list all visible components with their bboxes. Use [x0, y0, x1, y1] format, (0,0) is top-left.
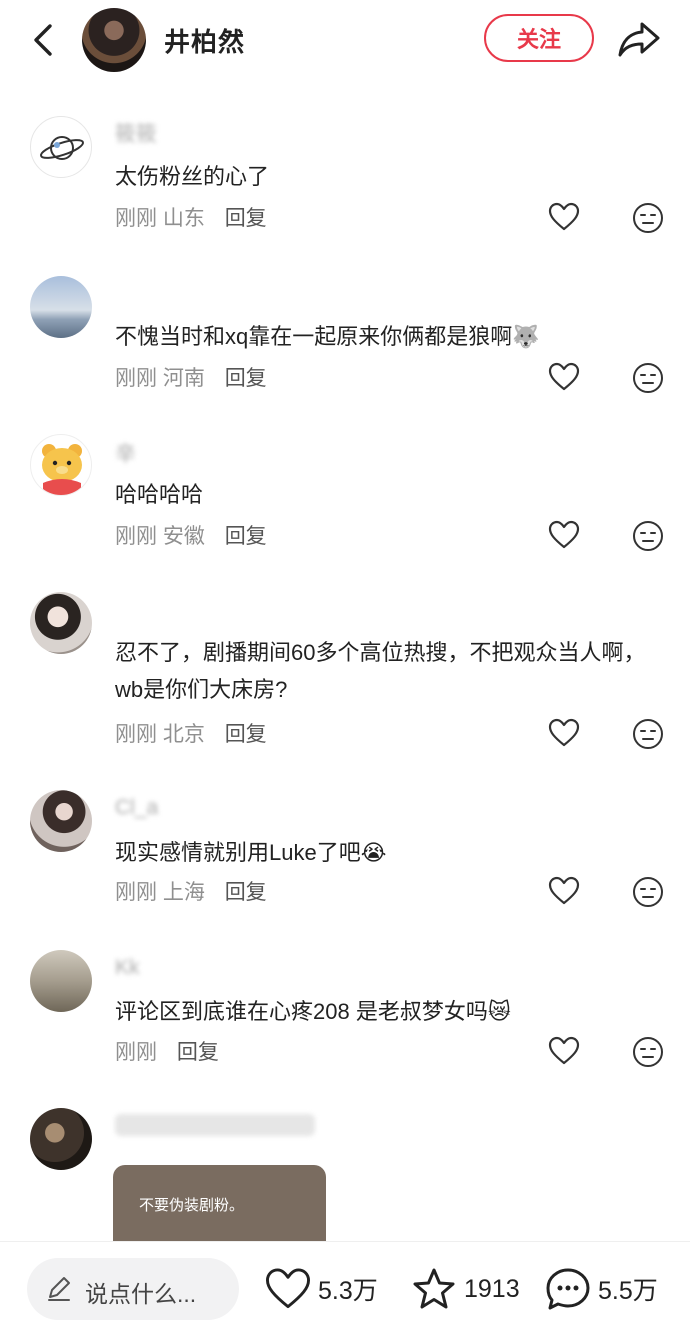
- heart-icon[interactable]: [548, 362, 580, 392]
- heart-icon[interactable]: [548, 718, 580, 748]
- top-bar: 井柏然 关注: [0, 0, 690, 80]
- comment-meta: 刚刚 河南 回复: [115, 362, 267, 392]
- follow-button[interactable]: 关注: [484, 14, 594, 62]
- reply-button[interactable]: 回复: [177, 1041, 219, 1064]
- comment-count: 5.5万: [598, 1277, 658, 1305]
- comment-time: 刚刚: [115, 1041, 157, 1064]
- share-arrow-icon: [618, 22, 660, 57]
- favorite-count: 1913: [464, 1274, 520, 1303]
- comment-text: 忍不了，剧播期间60多个高位热搜，不把观众当人啊，wb是你们大床房?: [115, 640, 646, 702]
- comment-time: 刚刚: [115, 525, 157, 548]
- like-count: 5.3万: [318, 1277, 378, 1305]
- comment-text: 哈哈哈哈: [115, 482, 204, 507]
- user-avatar[interactable]: [30, 1108, 92, 1170]
- comment-input-placeholder: 说点什么...: [85, 1281, 197, 1307]
- chevron-left-icon: [34, 24, 52, 56]
- star-icon: [413, 1268, 455, 1309]
- user-avatar[interactable]: [30, 950, 92, 1012]
- author-avatar[interactable]: [82, 8, 146, 72]
- reply-button[interactable]: 回复: [225, 723, 267, 746]
- heart-icon[interactable]: [548, 520, 580, 550]
- watermark: [536, 1315, 676, 1333]
- planet-icon: [39, 136, 85, 160]
- heart-icon[interactable]: [548, 202, 580, 232]
- user-avatar[interactable]: [30, 790, 92, 852]
- dislike-face-icon[interactable]: [632, 202, 664, 234]
- comment-button[interactable]: 5.5万: [544, 1264, 658, 1314]
- comment-input[interactable]: 说点什么...: [27, 1258, 239, 1320]
- comment-meta: 刚刚 上海 回复: [115, 876, 267, 906]
- comment-location: 河南: [162, 367, 205, 390]
- favorite-button[interactable]: 1913: [410, 1264, 520, 1314]
- user-name[interactable]: 辛: [115, 438, 136, 468]
- dislike-face-icon[interactable]: [632, 520, 664, 552]
- comment-meta: 刚刚 北京 回复: [115, 718, 267, 748]
- comment-bubble-icon: [546, 1268, 590, 1310]
- comment-time: 刚刚: [115, 207, 157, 230]
- share-button[interactable]: [616, 18, 662, 60]
- comment-text: 现实感情就别用Luke了吧😭: [115, 840, 387, 865]
- comment-image[interactable]: 不要伪装剧粉。: [113, 1165, 326, 1243]
- user-avatar[interactable]: [30, 592, 92, 654]
- heart-icon: [266, 1268, 310, 1309]
- user-name[interactable]: Cl_a: [115, 796, 158, 820]
- user-avatar[interactable]: [30, 434, 92, 496]
- user-name[interactable]: [115, 1114, 315, 1136]
- comment-time: 刚刚: [115, 881, 157, 904]
- dislike-face-icon[interactable]: [632, 362, 664, 394]
- reply-button[interactable]: 回复: [225, 881, 267, 904]
- comment-meta: 刚刚 安徽 回复: [115, 520, 267, 550]
- comment-meta: 刚刚 山东 回复: [115, 202, 267, 232]
- comment-location: 北京: [162, 723, 205, 746]
- comment-time: 刚刚: [115, 367, 157, 390]
- heart-icon[interactable]: [548, 876, 580, 906]
- like-button[interactable]: 5.3万: [264, 1264, 378, 1314]
- comment-location: 上海: [162, 881, 205, 904]
- reply-button[interactable]: 回复: [225, 525, 267, 548]
- comment-meta: 刚刚 回复: [115, 1036, 219, 1066]
- pencil-icon: [48, 1277, 70, 1301]
- reply-button[interactable]: 回复: [225, 207, 267, 230]
- comment-time: 刚刚: [115, 723, 157, 746]
- user-name[interactable]: Kk: [115, 956, 140, 980]
- author-name[interactable]: 井柏然: [164, 22, 245, 59]
- comment-text: 评论区到底谁在心疼208 是老叔梦女吗😿: [115, 999, 511, 1024]
- dislike-face-icon[interactable]: [632, 1036, 664, 1068]
- comment-text: 太伤粉丝的心了: [115, 164, 270, 189]
- comment-location: 安徽: [162, 525, 205, 548]
- user-avatar[interactable]: [30, 116, 92, 178]
- dislike-face-icon[interactable]: [632, 718, 664, 750]
- user-name[interactable]: 筱筱: [115, 118, 157, 148]
- user-avatar[interactable]: [30, 276, 92, 338]
- comment-location: 山东: [162, 207, 205, 230]
- back-button[interactable]: [26, 20, 62, 60]
- comment-text: 不愧当时和xq靠在一起原来你俩都是狼啊🐺: [115, 324, 540, 349]
- reply-button[interactable]: 回复: [225, 367, 267, 390]
- bear-icon: [42, 444, 82, 495]
- heart-icon[interactable]: [548, 1036, 580, 1066]
- dislike-face-icon[interactable]: [632, 876, 664, 908]
- comment-image-text: 不要伪装剧粉。: [139, 1197, 245, 1214]
